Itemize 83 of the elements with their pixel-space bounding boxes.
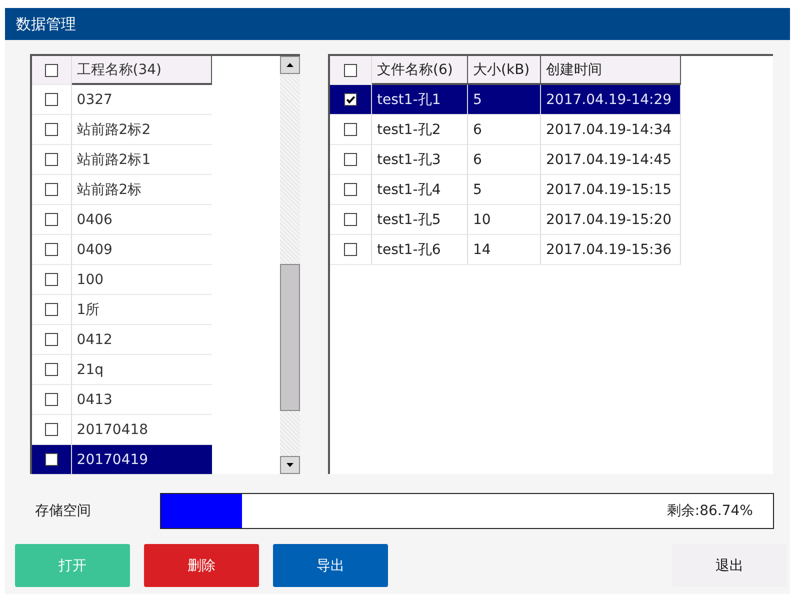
project-row[interactable]: 0413 — [32, 385, 212, 415]
delete-button[interactable]: 删除 — [144, 544, 259, 587]
table-cell: 站前路2标2 — [72, 115, 212, 145]
checkbox[interactable] — [44, 64, 58, 76]
table-cell: 6 — [468, 145, 541, 175]
table-cell: 5 — [468, 175, 541, 205]
project-row[interactable]: 21q — [32, 355, 212, 385]
project-row[interactable]: 0406 — [32, 205, 212, 235]
checkbox[interactable] — [344, 213, 357, 226]
table-cell: 21q — [72, 355, 212, 385]
file-row[interactable]: test1-孔1 5 2017.04.19-14:29 — [330, 85, 773, 115]
project-row[interactable]: 0409 — [32, 235, 212, 265]
project-row[interactable]: 站前路2标 — [32, 175, 212, 205]
table-cell: 2017.04.19-15:36 — [541, 235, 681, 265]
checkbox[interactable] — [44, 363, 58, 376]
checkbox[interactable] — [44, 93, 58, 106]
checkbox[interactable] — [344, 243, 357, 256]
table-cell: test1-孔3 — [372, 145, 468, 175]
column-header[interactable]: 创建时间 — [541, 56, 681, 85]
checkbox[interactable] — [344, 93, 357, 106]
file-row[interactable]: test1-孔5 10 2017.04.19-15:20 — [330, 205, 773, 235]
scroll-up-button[interactable] — [280, 56, 300, 74]
checkbox[interactable] — [44, 453, 58, 466]
table-cell: 0413 — [72, 385, 212, 415]
project-row[interactable]: 0412 — [32, 325, 212, 355]
table-cell: 2017.04.19-14:29 — [541, 85, 681, 115]
table-cell: 0327 — [72, 85, 212, 115]
file-row[interactable]: test1-孔4 5 2017.04.19-15:15 — [330, 175, 773, 205]
table-cell: test1-孔2 — [372, 115, 468, 145]
table-cell: 0412 — [72, 325, 212, 355]
storage-label: 存储空间 — [34, 502, 92, 520]
table-cell: 2017.04.19-14:45 — [541, 145, 681, 175]
checkbox[interactable] — [44, 183, 58, 196]
window-title: 数据管理 — [16, 14, 76, 34]
table-cell: 0409 — [72, 235, 212, 265]
file-row[interactable]: test1-孔6 14 2017.04.19-15:36 — [330, 235, 773, 265]
checkbox[interactable] — [44, 123, 58, 136]
column-header[interactable]: 工程名称(34) — [72, 56, 212, 85]
export-button[interactable]: 导出 — [273, 544, 388, 587]
checkbox[interactable] — [344, 64, 357, 76]
checkbox[interactable] — [44, 243, 58, 256]
checkbox[interactable] — [44, 333, 58, 346]
table-cell: 站前路2标 — [72, 175, 212, 205]
file-row[interactable]: test1-孔3 6 2017.04.19-14:45 — [330, 145, 773, 175]
project-row[interactable]: 0327 — [32, 85, 212, 115]
table-cell: test1-孔5 — [372, 205, 468, 235]
table-cell: 20170419 — [72, 445, 212, 475]
table-cell: 1所 — [72, 295, 212, 325]
column-header[interactable]: 文件名称(6) — [372, 56, 468, 85]
table-cell: 14 — [468, 235, 541, 265]
scroll-thumb[interactable] — [280, 264, 300, 411]
table-cell: test1-孔4 — [372, 175, 468, 205]
project-row[interactable]: 1所 — [32, 295, 212, 325]
project-row[interactable]: 20170419 — [32, 445, 212, 475]
scrollbar[interactable] — [280, 56, 300, 474]
checkbox[interactable] — [344, 153, 357, 166]
project-row[interactable]: 100 — [32, 265, 212, 295]
checkbox[interactable] — [44, 153, 58, 166]
table-cell: 2017.04.19-15:20 — [541, 205, 681, 235]
checkbox[interactable] — [44, 273, 58, 286]
checkbox[interactable] — [44, 303, 58, 316]
project-row[interactable]: 站前路2标2 — [32, 115, 212, 145]
table-cell: 5 — [468, 85, 541, 115]
project-row[interactable]: 站前路2标1 — [32, 145, 212, 175]
table-cell: 6 — [468, 115, 541, 145]
table-cell: 10 — [468, 205, 541, 235]
checkbox[interactable] — [344, 183, 357, 196]
file-row[interactable]: test1-孔2 6 2017.04.19-14:34 — [330, 115, 773, 145]
table-cell: 100 — [72, 265, 212, 295]
exit-button[interactable]: 退出 — [672, 544, 787, 587]
table-cell: test1-孔6 — [372, 235, 468, 265]
column-header[interactable]: 大小(kB) — [468, 56, 541, 85]
checkbox[interactable] — [44, 423, 58, 436]
table-cell: 0406 — [72, 205, 212, 235]
table-cell: 2017.04.19-15:15 — [541, 175, 681, 205]
table-cell: 2017.04.19-14:34 — [541, 115, 681, 145]
scroll-down-button[interactable] — [280, 456, 300, 474]
checkbox[interactable] — [44, 213, 58, 226]
checkbox[interactable] — [344, 123, 357, 136]
checkbox[interactable] — [44, 393, 58, 406]
table-cell: 站前路2标1 — [72, 145, 212, 175]
storage-reading: 剩余:86.74% — [666, 502, 753, 520]
table-cell: test1-孔1 — [372, 85, 468, 115]
